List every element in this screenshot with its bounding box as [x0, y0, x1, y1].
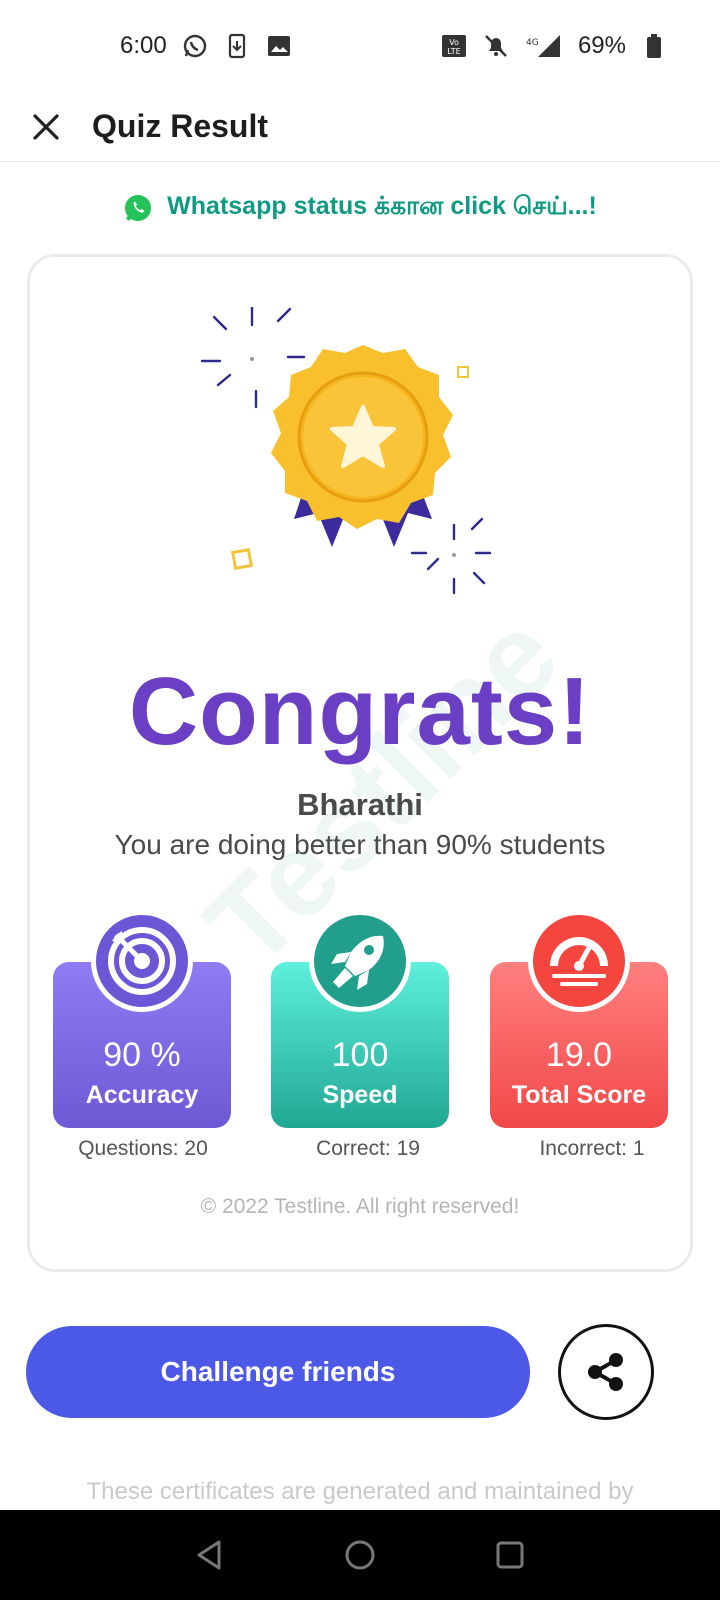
recents-icon	[496, 1541, 524, 1569]
questions-count: Questions: 20	[78, 1137, 208, 1160]
accuracy-label: Accuracy	[85, 1081, 199, 1109]
close-icon	[33, 113, 59, 140]
network-label: 4G	[526, 38, 539, 48]
status-right: Vo LTE 4G 69%	[440, 32, 668, 60]
accuracy-value: 90 %	[103, 1036, 181, 1074]
mute-icon	[482, 32, 510, 60]
close-button[interactable]	[28, 109, 64, 145]
target-icon	[91, 910, 193, 1012]
status-bar: 6:00 Vo LTE 4G 69%	[0, 0, 720, 92]
volte-icon: Vo LTE	[440, 32, 468, 60]
home-icon	[345, 1540, 375, 1570]
gallery-icon	[265, 32, 293, 60]
back-button[interactable]	[185, 1530, 235, 1580]
speed-value: 100	[331, 1036, 389, 1074]
header: Quiz Result	[0, 92, 720, 162]
share-button[interactable]	[558, 1324, 654, 1420]
rocket-icon	[309, 910, 411, 1012]
copyright-text: © 2022 Testline. All right reserved!	[200, 1195, 520, 1218]
incorrect-count: Incorrect: 1	[539, 1137, 645, 1160]
whatsapp-status-link[interactable]: Whatsapp status க்கான click செய்...!	[0, 186, 720, 230]
svg-text:LTE: LTE	[447, 47, 460, 56]
back-icon	[197, 1540, 221, 1570]
total-score-tile: 19.0 Total Score	[490, 910, 668, 1128]
medal-illustration	[200, 305, 520, 597]
whatsapp-icon	[125, 195, 152, 221]
speed-label: Speed	[322, 1081, 398, 1109]
result-card: Testline Congrats! Bharathi You are doin…	[27, 254, 693, 1272]
signal-icon: 4G	[524, 32, 564, 60]
speed-tile: 100 Speed	[271, 910, 449, 1128]
whatsapp-link-text: Whatsapp status க்கான click செய்...!	[167, 192, 597, 220]
total-score-value: 19.0	[545, 1036, 613, 1074]
challenge-friends-button[interactable]: Challenge friends	[26, 1326, 530, 1418]
recents-button[interactable]	[485, 1530, 535, 1580]
user-name: Bharathi	[297, 787, 423, 822]
home-button[interactable]	[335, 1530, 385, 1580]
congrats-heading: Congrats!	[128, 658, 592, 765]
svg-text:Vo: Vo	[449, 38, 459, 47]
performance-message: You are doing better than 90% students	[114, 829, 606, 860]
download-icon	[223, 32, 251, 60]
battery-icon	[640, 32, 668, 60]
share-icon	[588, 1353, 623, 1391]
footer-note: These certificates are generated and mai…	[86, 1478, 634, 1505]
status-time: 6:00	[120, 32, 167, 59]
page-title: Quiz Result	[92, 108, 269, 144]
system-nav-bar	[0, 1510, 720, 1600]
whatsapp-icon	[181, 32, 209, 60]
battery-percent: 69%	[577, 32, 626, 59]
status-left: 6:00	[120, 32, 293, 60]
correct-count: Correct: 19	[316, 1137, 420, 1160]
accuracy-tile: 90 % Accuracy	[53, 910, 231, 1128]
speedometer-icon	[528, 910, 630, 1012]
total-score-label: Total Score	[511, 1081, 647, 1109]
